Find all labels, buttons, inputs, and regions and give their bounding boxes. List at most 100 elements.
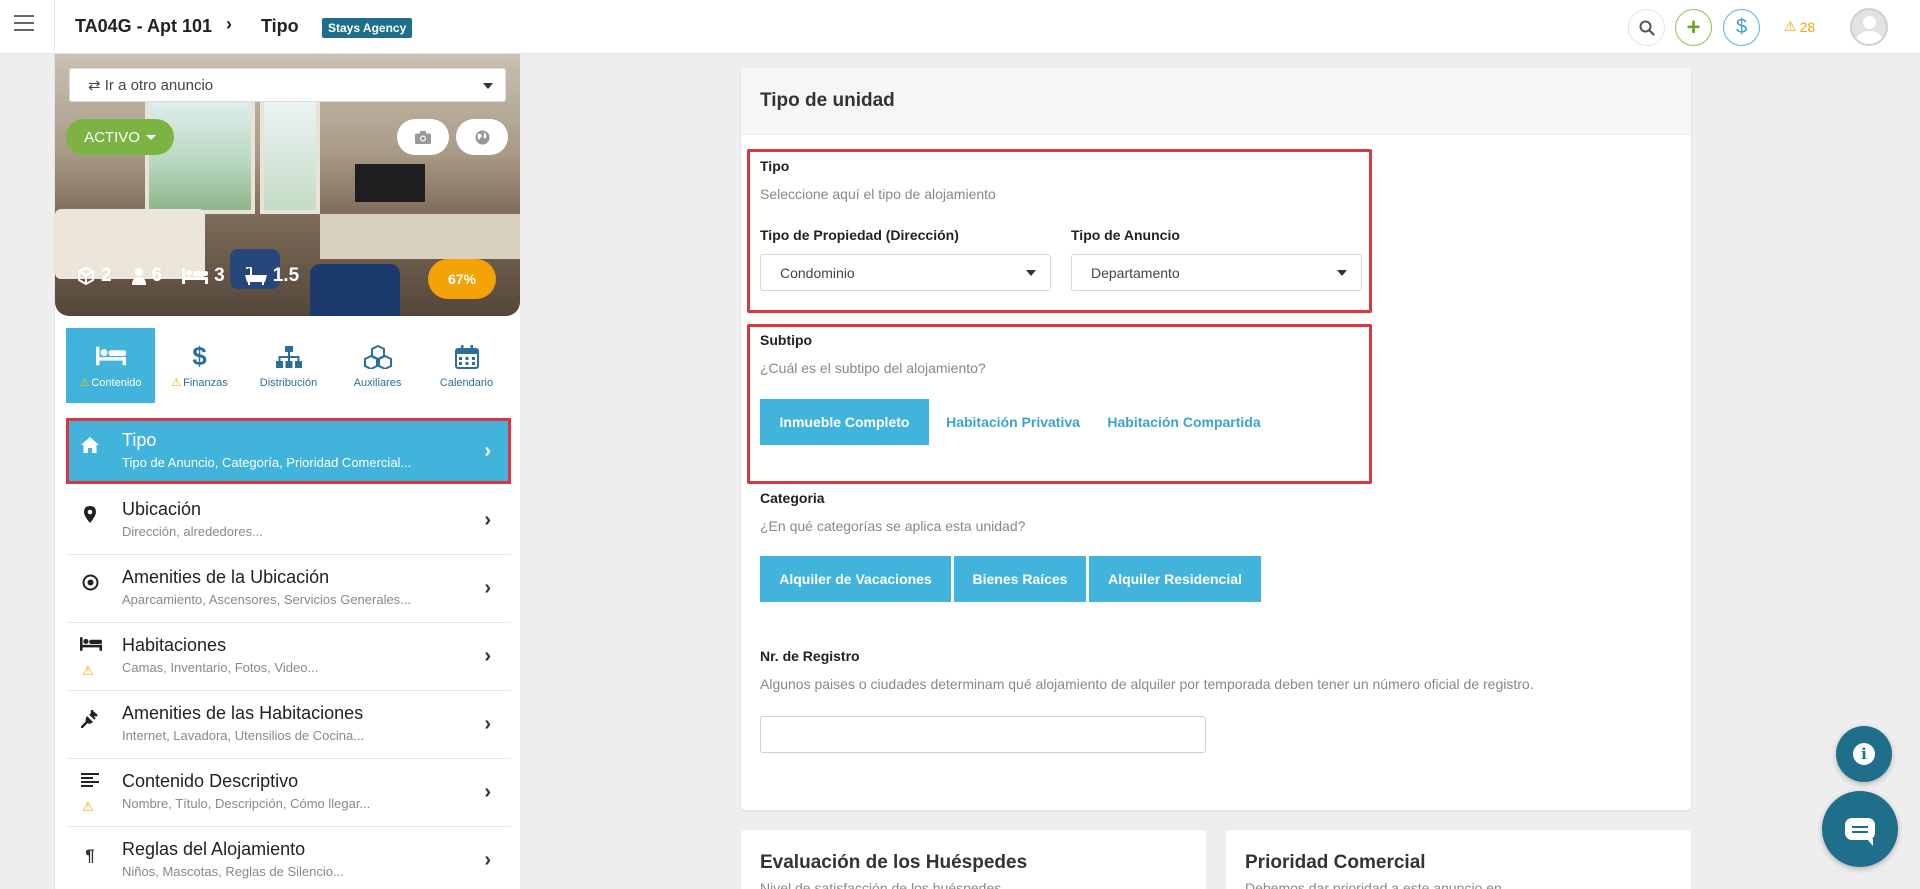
listing-panel: ⇄ Ir a otro anuncio ACTIVO 2 6 3 1.5 67%… — [55, 54, 520, 889]
finance-button[interactable]: $ — [1723, 9, 1760, 46]
warning-icon: ⚠ — [82, 799, 94, 814]
add-button[interactable]: + — [1675, 9, 1712, 46]
content-menu: Tipo Tipo de Anuncio, Categoría, Priorid… — [66, 418, 511, 889]
completion-badge: 67% — [428, 259, 496, 299]
chevron-right-icon: › — [484, 577, 491, 599]
globe-icon — [475, 130, 489, 144]
listing-stats: 2 6 3 1.5 — [77, 265, 299, 287]
subtipo-label: Subtipo — [760, 332, 813, 348]
warning-icon: ⚠ — [171, 377, 182, 389]
stat-guests: 6 — [131, 265, 162, 287]
listing-type-select[interactable]: Departamento — [1071, 254, 1362, 291]
web-button[interactable] — [456, 119, 508, 155]
tab-contenido[interactable]: ⚠ Contenido — [66, 328, 155, 403]
menu-item-habitaciones[interactable]: ⚠ Habitaciones Camas, Inventario, Fotos,… — [66, 623, 511, 691]
commercial-priority-card: Prioridad Comercial Debemos dar priorida… — [1226, 830, 1691, 889]
guest-rating-title: Evaluación de los Huéspedes — [760, 852, 1028, 873]
status-dropdown[interactable]: ACTIVO — [66, 119, 174, 155]
info-button[interactable]: i — [1836, 726, 1892, 782]
chevron-right-icon: › — [484, 509, 491, 531]
status-label: ACTIVO — [84, 128, 140, 146]
subtipo-option-habitacion-compartida[interactable]: Habitación Compartida — [1099, 399, 1269, 445]
property-type-label: Tipo de Propiedad (Dirección) — [760, 227, 959, 243]
cube-icon — [78, 267, 94, 285]
subtipo-option-habitacion-privativa[interactable]: Habitación Privativa — [935, 399, 1091, 445]
align-left-icon — [80, 772, 100, 792]
subtipo-option-inmueble-completo[interactable]: Inmueble Completo — [760, 399, 929, 445]
warning-icon: ⚠ — [1784, 18, 1797, 34]
tipo-label: Tipo — [760, 158, 790, 174]
menu-item-title: Tipo — [122, 430, 157, 450]
tab-distribucion[interactable]: Distribución — [244, 328, 333, 403]
menu-item-subtitle: Internet, Lavadora, Utensilios de Cocina… — [122, 728, 365, 743]
subtipo-help: ¿Cuál es el subtipo del alojamiento? — [760, 360, 986, 376]
top-bar: TA04G - Apt 101 › Tipo Stays Agency + $ … — [0, 0, 1920, 54]
dot-circle-icon — [80, 574, 100, 596]
tab-contenido-label: Contenido — [91, 376, 142, 389]
stat-units: 2 — [77, 265, 112, 287]
menu-item-subtitle: Camas, Inventario, Fotos, Video... — [122, 660, 319, 675]
home-icon — [80, 437, 100, 458]
menu-item-tipo[interactable]: Tipo Tipo de Anuncio, Categoría, Priorid… — [66, 418, 511, 484]
warning-icon: ⚠ — [82, 663, 94, 678]
caret-down-icon — [1337, 270, 1347, 276]
tab-calendario[interactable]: Calendario — [422, 328, 511, 403]
stat-beds-value: 3 — [214, 265, 225, 286]
cubes-icon — [363, 343, 393, 371]
card-title: Tipo de unidad — [760, 90, 895, 111]
camera-icon — [415, 130, 431, 144]
menu-item-amenities-habitaciones[interactable]: Amenities de las Habitaciones Internet, … — [66, 691, 511, 759]
categoria-option-vacaciones[interactable]: Alquiler de Vacaciones — [760, 556, 951, 602]
search-icon — [1639, 20, 1655, 36]
registro-input[interactable] — [760, 716, 1206, 753]
registro-help: Algunos paises o ciudades determinam qué… — [760, 676, 1534, 692]
breadcrumb-listing[interactable]: TA04G - Apt 101 — [75, 16, 212, 37]
guest-rating-card: Evaluación de los Huéspedes Nivel de sat… — [741, 830, 1206, 889]
search-button[interactable] — [1628, 9, 1665, 46]
hamburger-menu-icon[interactable] — [14, 15, 34, 33]
menu-item-title: Reglas del Alojamiento — [122, 839, 306, 859]
chevron-right-icon: › — [484, 781, 491, 803]
bed-icon — [80, 636, 102, 656]
map-pin-icon — [80, 506, 100, 528]
sitemap-icon — [275, 343, 302, 371]
menu-item-ubicacion[interactable]: Ubicación Dirección, alrededores... › — [66, 487, 511, 555]
bed-icon — [182, 268, 209, 284]
menu-item-subtitle: Nombre, Título, Descripción, Cómo llegar… — [122, 796, 371, 811]
chevron-right-icon: › — [484, 440, 491, 462]
goto-listing-label: ⇄ Ir a otro anuncio — [88, 77, 214, 94]
menu-item-subtitle: Dirección, alrededores... — [122, 524, 263, 539]
menu-item-amenities-ubicacion[interactable]: Amenities de la Ubicación Aparcamiento, … — [66, 555, 511, 623]
warning-icon: ⚠ — [79, 377, 90, 389]
chevron-right-icon: › — [484, 713, 491, 735]
categoria-help: ¿En qué categorías se aplica esta unidad… — [760, 518, 1026, 534]
menu-item-subtitle: Niños, Mascotas, Reglas de Silencio... — [122, 864, 344, 879]
unit-type-card: Tipo de unidad Tipo Seleccione aquí el t… — [741, 68, 1691, 810]
tab-auxiliares[interactable]: Auxiliares — [333, 328, 422, 403]
photos-button[interactable] — [397, 119, 449, 155]
card-header: Tipo de unidad — [741, 68, 1691, 135]
property-type-select[interactable]: Condominio — [760, 254, 1051, 291]
commercial-priority-subtitle: Debemos dar prioridad a este anuncio en — [1245, 880, 1502, 889]
chat-button[interactable] — [1822, 791, 1898, 867]
menu-item-contenido-descriptivo[interactable]: ⚠ Contenido Descriptivo Nombre, Título, … — [66, 759, 511, 827]
categoria-option-residencial[interactable]: Alquiler Residencial — [1089, 556, 1261, 602]
tab-distribucion-label: Distribución — [259, 376, 318, 389]
menu-item-subtitle: Aparcamiento, Ascensores, Servicios Gene… — [122, 592, 412, 607]
chevron-right-icon: › — [484, 645, 491, 667]
plug-icon — [80, 709, 100, 733]
tab-finanzas-label: Finanzas — [183, 376, 228, 389]
plus-icon: + — [1686, 13, 1701, 41]
goto-listing-select[interactable]: ⇄ Ir a otro anuncio — [69, 68, 506, 102]
dollar-icon: $ — [192, 340, 207, 371]
listing-type-label: Tipo de Anuncio — [1071, 227, 1180, 243]
menu-item-reglas[interactable]: ¶ Reglas del Alojamiento Niños, Mascotas… — [66, 827, 511, 889]
avatar[interactable] — [1850, 8, 1888, 46]
chevron-right-icon: › — [484, 849, 491, 871]
stat-units-value: 2 — [101, 265, 112, 286]
alerts-indicator[interactable]: ⚠ 28 — [1784, 18, 1815, 35]
menu-item-title: Amenities de las Habitaciones — [122, 703, 364, 723]
categoria-option-bienes-raices[interactable]: Bienes Raíces — [954, 556, 1086, 602]
property-type-value: Condominio — [780, 264, 855, 281]
tab-finanzas[interactable]: $ ⚠ Finanzas — [155, 328, 244, 403]
